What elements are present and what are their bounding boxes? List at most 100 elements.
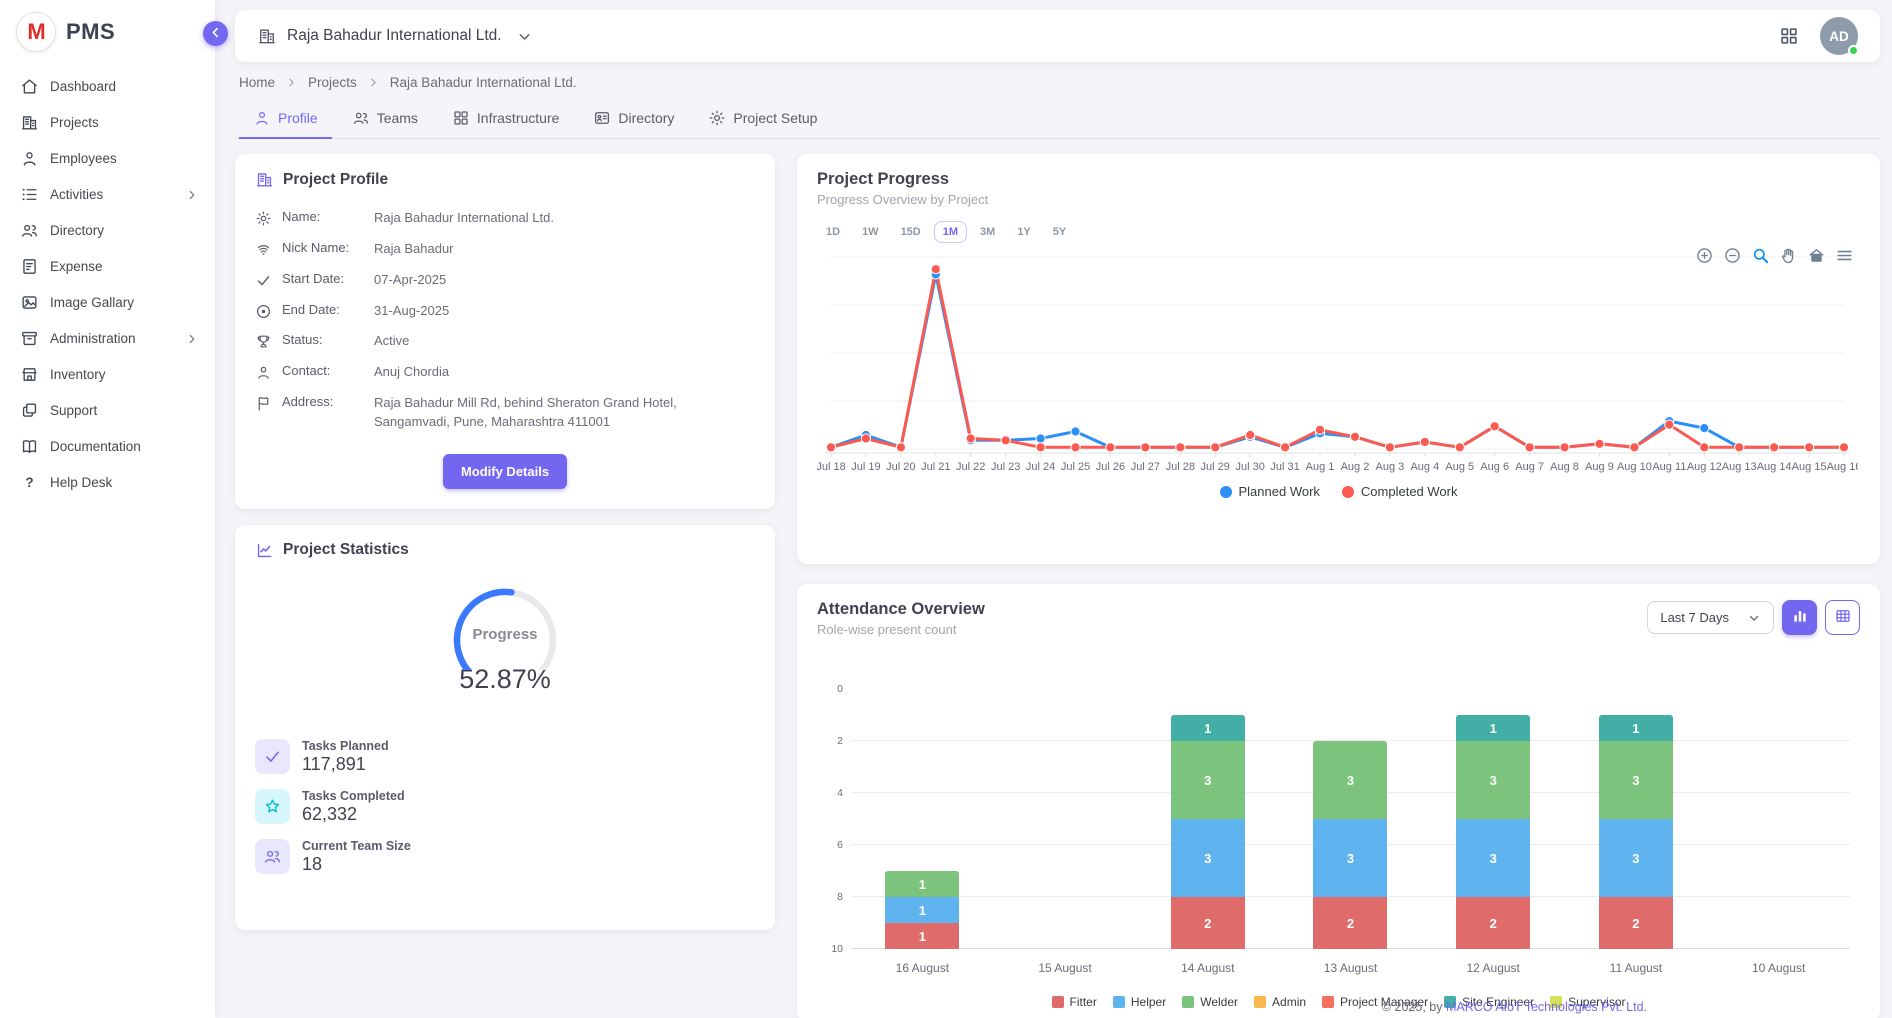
bar-segment-welder[interactable]: 1 [885, 871, 959, 897]
range-button-1w[interactable]: 1W [853, 221, 888, 243]
footer-company-link[interactable]: MARCO AIoT Technologies Pvt. Ltd. [1446, 1000, 1647, 1014]
sidebar-item-expense[interactable]: Expense [6, 250, 209, 283]
main-area: Raja Bahadur International Ltd. AD Home P… [215, 0, 1892, 1018]
chart-view-toggle[interactable] [1782, 600, 1817, 635]
sidebar-item-employees[interactable]: Employees [6, 142, 209, 175]
table-view-toggle[interactable] [1825, 600, 1860, 635]
sidebar-item-label: Administration [50, 331, 136, 346]
range-button-15d[interactable]: 15D [892, 221, 930, 243]
svg-text:Jul 21: Jul 21 [921, 461, 950, 473]
bar-segment-fitter[interactable]: 2 [1171, 897, 1245, 949]
time-range-buttons: 1D1W15D1M3M1Y5Y [817, 221, 1860, 243]
legend-item-admin[interactable]: Admin [1254, 995, 1306, 1009]
pan-icon[interactable] [1779, 246, 1798, 265]
company-selector[interactable]: Raja Bahadur International Ltd. [257, 26, 533, 46]
bar-segment-site-engineer[interactable]: 1 [1599, 715, 1673, 741]
people-icon [255, 839, 290, 874]
bar-segment-helper[interactable]: 3 [1171, 819, 1245, 897]
chevron-left-icon [209, 26, 222, 42]
tab-profile[interactable]: Profile [239, 100, 332, 139]
zoom-out-icon[interactable] [1723, 246, 1742, 265]
modify-details-button[interactable]: Modify Details [443, 454, 567, 489]
app-root: M PMS Dashboard Projects Employees Activ… [0, 0, 1892, 1018]
range-button-1y[interactable]: 1Y [1008, 221, 1039, 243]
gauge-label: Progress [430, 626, 580, 643]
breadcrumb-item[interactable]: Projects [308, 75, 357, 90]
bar-segment-site-engineer[interactable]: 1 [1171, 715, 1245, 741]
range-button-1d[interactable]: 1D [817, 221, 849, 243]
svg-text:Aug 16: Aug 16 [1827, 461, 1858, 473]
sidebar-item-activities[interactable]: Activities [6, 178, 209, 211]
tab-teams[interactable]: Teams [338, 100, 432, 139]
svg-text:Aug 11: Aug 11 [1652, 461, 1686, 473]
bar-segment-welder[interactable]: 3 [1313, 741, 1387, 819]
legend-item-completed-work[interactable]: Completed Work [1342, 484, 1458, 499]
date-range-select[interactable]: Last 7 Days [1647, 601, 1774, 634]
chevron-right-icon [185, 188, 199, 202]
bar-segment-fitter[interactable]: 2 [1456, 897, 1530, 949]
bar-segment-site-engineer[interactable]: 1 [1456, 715, 1530, 741]
bar-segment-fitter[interactable]: 2 [1313, 897, 1387, 949]
sidebar-item-label: Support [50, 403, 97, 418]
reset-home-icon[interactable] [1807, 246, 1826, 265]
apps-grid-icon[interactable] [1778, 25, 1800, 47]
bar-chart[interactable]: 024681011116 August15 August233114 Augus… [817, 689, 1860, 989]
svg-text:Jul 24: Jul 24 [1026, 461, 1055, 473]
sidebar-item-label: Image Gallary [50, 295, 134, 310]
breadcrumb-item[interactable]: Home [239, 75, 275, 90]
bar-segment-helper[interactable]: 3 [1456, 819, 1530, 897]
x-axis-label: 14 August [1136, 961, 1279, 975]
field-label: End Date: [282, 302, 364, 321]
bar-13-august: 233 [1279, 741, 1422, 949]
app-logo[interactable]: M PMS [0, 0, 215, 62]
zoom-in-icon[interactable] [1695, 246, 1714, 265]
copy-icon [20, 401, 39, 420]
sidebar-collapse-button[interactable] [203, 21, 228, 46]
tab-project-setup[interactable]: Project Setup [694, 100, 831, 139]
tab-directory[interactable]: Directory [579, 100, 688, 139]
sidebar-item-directory[interactable]: Directory [6, 214, 209, 247]
chevron-right-icon [367, 76, 380, 89]
line-chart[interactable]: Jul 18Jul 19Jul 20Jul 21Jul 22Jul 23Jul … [817, 247, 1860, 482]
stat-label: Tasks Completed [302, 789, 405, 803]
legend-item-fitter[interactable]: Fitter [1052, 995, 1097, 1009]
line-chart-plot[interactable]: Jul 18Jul 19Jul 20Jul 21Jul 22Jul 23Jul … [817, 247, 1858, 479]
y-axis-label: 0 [817, 683, 843, 695]
sidebar-item-documentation[interactable]: Documentation [6, 430, 209, 463]
bar-segment-helper[interactable]: 3 [1599, 819, 1673, 897]
bar-segment-fitter[interactable]: 2 [1599, 897, 1673, 949]
sidebar-item-administration[interactable]: Administration [6, 322, 209, 355]
svg-text:?: ? [25, 475, 33, 490]
legend-item-welder[interactable]: Welder [1182, 995, 1238, 1009]
menu-icon[interactable] [1835, 246, 1854, 265]
user-avatar[interactable]: AD [1820, 17, 1858, 55]
legend-item-planned-work[interactable]: Planned Work [1220, 484, 1320, 499]
field-label: Name: [282, 209, 364, 228]
breadcrumb-item[interactable]: Raja Bahadur International Ltd. [390, 75, 577, 90]
bar-segment-welder[interactable]: 3 [1599, 741, 1673, 819]
bar-segment-welder[interactable]: 3 [1171, 741, 1245, 819]
range-button-1m[interactable]: 1M [934, 221, 967, 243]
legend-item-helper[interactable]: Helper [1113, 995, 1166, 1009]
sidebar-item-support[interactable]: Support [6, 394, 209, 427]
legend-swatch [1182, 996, 1194, 1008]
sidebar-item-label: Inventory [50, 367, 106, 382]
bar-segment-fitter[interactable]: 1 [885, 923, 959, 949]
sidebar-item-image-gallary[interactable]: Image Gallary [6, 286, 209, 319]
svg-text:Aug 14: Aug 14 [1757, 461, 1792, 473]
range-button-3m[interactable]: 3M [971, 221, 1004, 243]
profile-fields: Name: Raja Bahadur International Ltd. Ni… [255, 203, 755, 438]
profile-field-row: Contact: Anuj Chordia [255, 357, 755, 388]
range-button-5y[interactable]: 5Y [1044, 221, 1075, 243]
sidebar-item-inventory[interactable]: Inventory [6, 358, 209, 391]
selection-zoom-icon[interactable] [1751, 246, 1770, 265]
sidebar-item-dashboard[interactable]: Dashboard [6, 70, 209, 103]
bar-segment-helper[interactable]: 3 [1313, 819, 1387, 897]
tab-infrastructure[interactable]: Infrastructure [438, 100, 573, 139]
bar-segment-helper[interactable]: 1 [885, 897, 959, 923]
sidebar-item-projects[interactable]: Projects [6, 106, 209, 139]
svg-text:Jul 27: Jul 27 [1131, 461, 1160, 473]
sidebar-item-help-desk[interactable]: ? Help Desk [6, 466, 209, 499]
bar-14-august: 2331 [1136, 715, 1279, 949]
bar-segment-welder[interactable]: 3 [1456, 741, 1530, 819]
